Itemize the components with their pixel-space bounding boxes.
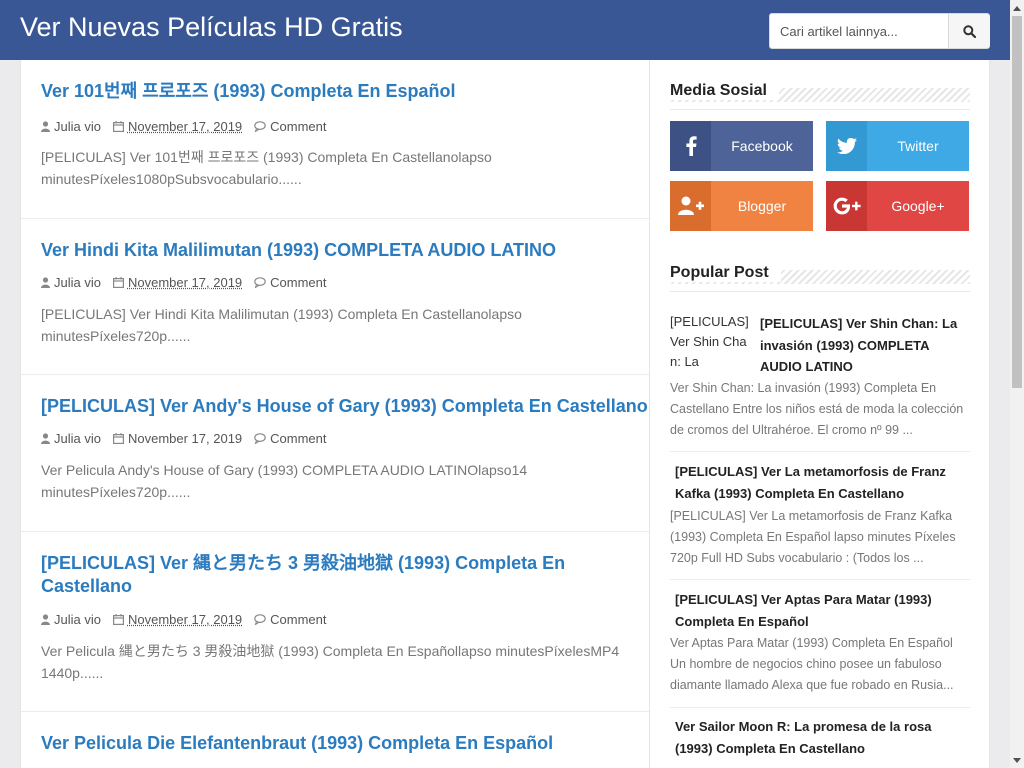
blogger-icon [670, 181, 711, 231]
popular-post-title[interactable]: Ver Sailor Moon R: La promesa de la rosa… [675, 716, 965, 759]
search-icon [963, 24, 976, 38]
social-widget-title: Media Sosial [670, 82, 779, 100]
calendar-icon [112, 613, 124, 625]
post-comment-link[interactable]: Comment [254, 119, 327, 134]
user-icon [41, 613, 50, 625]
post-author[interactable]: Julia vio [41, 612, 101, 627]
popular-post-title[interactable]: [PELICULAS] Ver Shin Chan: La invasión (… [760, 313, 970, 378]
post-item: Ver 101번째 프로포즈 (1993) Completa En Españo… [21, 60, 649, 219]
popular-post-excerpt: [PELICULAS] Ver La metamorfosis de Franz… [670, 509, 956, 565]
calendar-icon [112, 120, 124, 132]
arrow-down-icon [1013, 757, 1021, 763]
post-author[interactable]: Julia vio [41, 431, 101, 446]
post-date: November 17, 2019 [112, 119, 242, 134]
search-box [769, 13, 990, 49]
post-meta: Julia vio November 17, 2019 Comment [41, 274, 339, 290]
post-author[interactable]: Julia vio [41, 119, 101, 134]
user-icon [41, 120, 50, 132]
popular-post-item: [PELICULAS] Ver Aptas Para Matar (1993) … [670, 580, 970, 708]
popular-widget-title: Popular Post [670, 264, 781, 282]
post-list: Ver 101번째 프로포즈 (1993) Completa En Españo… [20, 60, 650, 768]
popular-post-thumbnail[interactable]: [PELICULAS] Ver Shin Chan: La [670, 312, 752, 376]
scroll-up-arrow[interactable] [1010, 0, 1024, 16]
post-excerpt: Ver Pelicula Andy's House of Gary (1993)… [41, 462, 528, 500]
post-meta: Julia vio November 17, 2019 Comment [41, 430, 339, 446]
post-author[interactable]: Julia vio [41, 275, 101, 290]
post-item: [PELICULAS] Ver Andy's House of Gary (19… [21, 375, 649, 532]
google-plus-icon [826, 181, 867, 231]
popular-post-item: Ver Sailor Moon R: La promesa de la rosa… [670, 708, 970, 768]
post-title[interactable]: Ver Hindi Kita Malilimutan (1993) COMPLE… [41, 239, 556, 262]
post-comment-link[interactable]: Comment [254, 431, 327, 446]
post-title[interactable]: [PELICULAS] Ver Andy's House of Gary (19… [41, 395, 648, 418]
scroll-down-arrow[interactable] [1010, 752, 1024, 768]
arrow-up-icon [1013, 5, 1021, 11]
user-icon [41, 276, 50, 288]
popular-post-item: [PELICULAS] Ver La metamorfosis de Franz… [670, 452, 970, 580]
search-button[interactable] [948, 14, 990, 48]
popular-post-excerpt: Ver Shin Chan: La invasión (1993) Comple… [670, 381, 964, 437]
popular-post-item: [PELICULAS] Ver Shin Chan: La [PELICULAS… [670, 312, 970, 452]
page-scrollbar[interactable] [1010, 0, 1024, 768]
popular-post-title[interactable]: [PELICULAS] Ver Aptas Para Matar (1993) … [675, 589, 955, 632]
post-meta: Julia vio November 17, 2019 Comment [41, 611, 339, 627]
comment-icon [254, 432, 266, 444]
post-excerpt: Ver Pelicula 縄と男たち 3 男殺油地獄 (1993) Comple… [41, 643, 620, 681]
social-widget-header: Media Sosial [670, 80, 970, 110]
user-icon [41, 432, 50, 444]
post-item: Ver Hindi Kita Malilimutan (1993) COMPLE… [21, 219, 649, 375]
post-comment-link[interactable]: Comment [254, 275, 327, 290]
blogger-button[interactable]: Blogger [670, 181, 813, 231]
post-title[interactable]: Ver Pelicula Die Elefantenbraut (1993) C… [41, 732, 553, 755]
facebook-button[interactable]: Facebook [670, 121, 813, 171]
calendar-icon [112, 276, 124, 288]
facebook-icon [670, 121, 711, 171]
popular-post-excerpt: Ver Aptas Para Matar (1993) Completa En … [670, 636, 954, 692]
sidebar: Media Sosial Facebook Twitter Blogger Go… [650, 60, 990, 768]
post-item: [PELICULAS] Ver 縄と男たち 3 男殺油地獄 (1993) Com… [21, 532, 649, 712]
site-title[interactable]: Ver Nuevas Películas HD Gratis [20, 10, 403, 44]
post-meta: Julia vio November 17, 2019 Comment [41, 118, 339, 134]
comment-icon [254, 613, 266, 625]
twitter-button[interactable]: Twitter [826, 121, 969, 171]
post-date: November 17, 2019 [112, 612, 242, 627]
site-header: Ver Nuevas Películas HD Gratis [0, 0, 1010, 60]
post-excerpt: [PELICULAS] Ver 101번째 프로포즈 (1993) Comple… [41, 149, 492, 187]
post-date: November 17, 2019 [112, 275, 242, 290]
post-excerpt: [PELICULAS] Ver Hindi Kita Malilimutan (… [41, 306, 522, 344]
comment-icon [254, 276, 266, 288]
scroll-thumb[interactable] [1012, 16, 1022, 388]
post-item: Ver Pelicula Die Elefantenbraut (1993) C… [21, 712, 649, 768]
post-comment-link[interactable]: Comment [254, 612, 327, 627]
comment-icon [254, 120, 266, 132]
twitter-icon [826, 121, 867, 171]
post-title[interactable]: [PELICULAS] Ver 縄と男たち 3 男殺油地獄 (1993) Com… [41, 552, 601, 598]
search-input[interactable] [771, 15, 947, 47]
post-date: November 17, 2019 [112, 431, 242, 446]
calendar-icon [112, 432, 124, 444]
post-title[interactable]: Ver 101번째 프로포즈 (1993) Completa En Españo… [41, 80, 455, 103]
popular-post-title[interactable]: [PELICULAS] Ver La metamorfosis de Franz… [675, 461, 955, 504]
google-plus-button[interactable]: Google+ [826, 181, 969, 231]
popular-widget-header: Popular Post [670, 262, 970, 292]
